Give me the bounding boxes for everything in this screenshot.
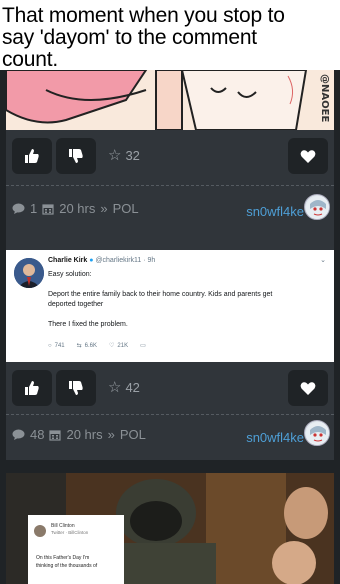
- chevron-right-icon: »: [100, 201, 108, 216]
- post-2-meta: 48 20 hrs » POL sn0wfl4ke: [6, 414, 334, 458]
- heart-icon: [300, 381, 316, 395]
- avatar[interactable]: [304, 194, 330, 220]
- post-info: 1 20 hrs » POL: [12, 201, 139, 216]
- post-info: 48 20 hrs » POL: [12, 427, 146, 442]
- post-photo[interactable]: Bill Clinton Twitter · BillClinton On th…: [6, 473, 334, 584]
- post-1-actions: ☆ 32: [6, 132, 334, 176]
- reply-count: 741: [54, 342, 65, 349]
- comment-count[interactable]: 48: [30, 427, 44, 442]
- chevron-right-icon: »: [107, 427, 115, 442]
- tweet-text-1: Easy solution:: [48, 271, 92, 278]
- star-icon: ☆: [108, 379, 122, 396]
- like-button[interactable]: [12, 370, 52, 406]
- tweet-stats: ○ 741 ⇆ 6.6K ♡ 21K ▭: [48, 342, 146, 350]
- retweet-icon: ⇆: [76, 343, 82, 349]
- tweet-text-2: Deport the entire family back to their h…: [48, 291, 273, 298]
- star-rating[interactable]: ☆ 32: [108, 146, 140, 164]
- star-rating[interactable]: ☆ 42: [108, 378, 140, 396]
- dislike-button[interactable]: [56, 370, 96, 406]
- post-feed: @NAOEE ☆ 32 1 20 hrs » POL sn0wfl4ke Cha…: [0, 70, 340, 584]
- thumbs-up-icon: [25, 381, 39, 395]
- like-heart-icon: ♡: [109, 343, 115, 349]
- heart-icon: [300, 149, 316, 163]
- calendar-icon: [49, 429, 62, 441]
- divider: [6, 185, 334, 186]
- meme-caption: That moment when you stop to say 'dayom'…: [0, 0, 340, 71]
- tweet-screenshot[interactable]: Charlie Kirk ● @charliekirk11 · 9h ⌄ Eas…: [6, 250, 334, 362]
- comment-count[interactable]: 1: [30, 201, 37, 216]
- inner-tweet-name: Bill Clinton: [51, 523, 75, 529]
- like-count: 21K: [117, 342, 129, 349]
- comment-icon: [12, 203, 25, 214]
- calendar-icon: [42, 203, 54, 215]
- post-card-2: Charlie Kirk ● @charliekirk11 · 9h ⌄ Eas…: [6, 250, 334, 460]
- star-count: 32: [125, 147, 140, 163]
- post-card-1: @NAOEE ☆ 32 1 20 hrs » POL sn0wfl4ke: [6, 70, 334, 252]
- star-count: 42: [125, 379, 140, 395]
- board-link[interactable]: POL: [120, 427, 146, 442]
- inner-tweet-text-1: On this Father's Day I'm: [36, 555, 90, 561]
- username-link[interactable]: sn0wfl4ke: [246, 430, 304, 445]
- post-2-actions: ☆ 42: [6, 364, 334, 408]
- star-icon: ☆: [108, 147, 122, 164]
- tweet-author-name: Charlie Kirk: [48, 257, 88, 264]
- caption-line-1: That moment when you stop to: [2, 4, 285, 27]
- watermark: @NAOEE: [319, 74, 330, 123]
- post-time: 20 hrs: [66, 427, 103, 442]
- inner-tweet-handle: Twitter · BillClinton: [51, 530, 89, 535]
- like-button[interactable]: [12, 138, 52, 174]
- message-icon: ▭: [140, 343, 146, 349]
- caption-line-2: say 'dayom' to the comment: [2, 26, 257, 49]
- favorite-button[interactable]: [288, 370, 328, 406]
- tweet-avatar: [14, 258, 44, 288]
- thumbs-up-icon: [25, 149, 39, 163]
- caption-line-3: count.: [2, 48, 59, 71]
- verified-icon: ●: [89, 257, 94, 264]
- cartoon-drawing: [6, 70, 334, 130]
- comment-icon: [12, 429, 25, 440]
- tweet-text-3: deported together: [48, 301, 104, 308]
- reply-icon: ○: [48, 342, 52, 349]
- tweet-handle: @charliekirk11 · 9h: [95, 257, 156, 264]
- post-1-meta: 1 20 hrs » POL sn0wfl4ke: [6, 188, 334, 232]
- cartoon-image[interactable]: @NAOEE: [6, 70, 334, 130]
- inner-tweet-text-2: thinking of the thousands of: [36, 563, 98, 569]
- tweet-text-4: There I fixed the problem.: [48, 321, 128, 328]
- username-link[interactable]: sn0wfl4ke: [246, 204, 304, 219]
- thumbs-down-icon: [69, 381, 83, 395]
- tweet-author: Charlie Kirk ● @charliekirk11 · 9h: [48, 257, 155, 264]
- board-link[interactable]: POL: [113, 201, 139, 216]
- retweet-count: 6.6K: [84, 342, 98, 349]
- avatar[interactable]: [304, 420, 330, 446]
- post-time: 20 hrs: [59, 201, 96, 216]
- thumbs-down-icon: [69, 149, 83, 163]
- favorite-button[interactable]: [288, 138, 328, 174]
- dislike-button[interactable]: [56, 138, 96, 174]
- post-card-3: Bill Clinton Twitter · BillClinton On th…: [6, 473, 334, 584]
- chevron-down-icon: ⌄: [320, 257, 326, 264]
